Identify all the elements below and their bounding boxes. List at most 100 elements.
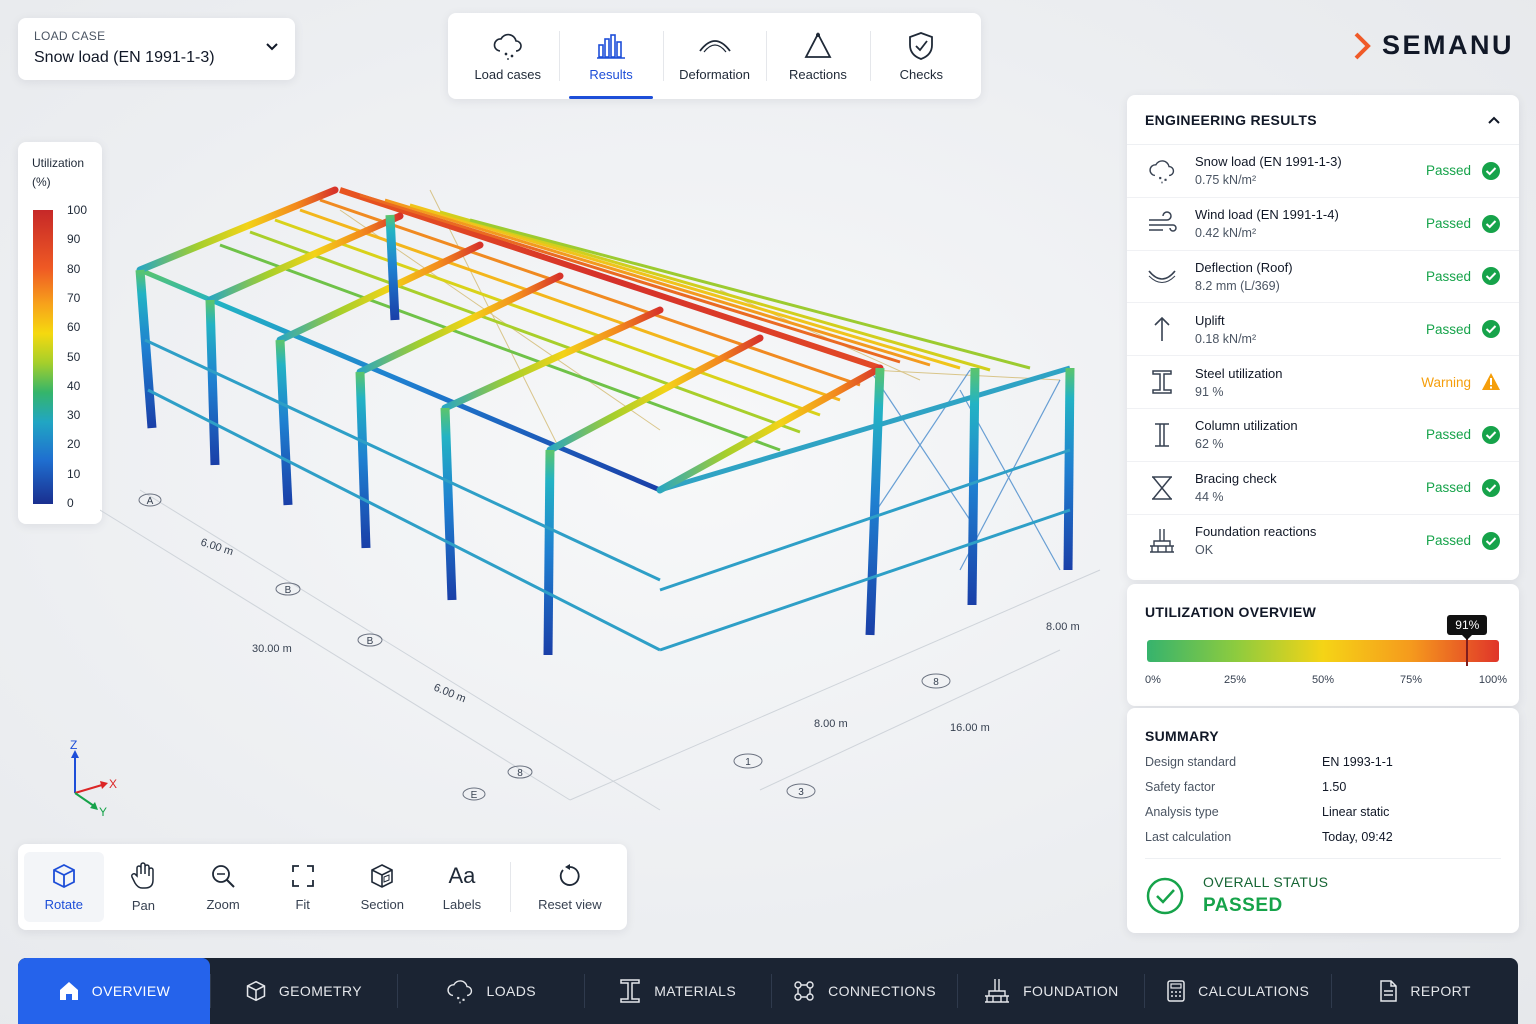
pan-tool[interactable]: Pan	[104, 844, 184, 930]
check-circle-icon	[1482, 214, 1500, 233]
legend-tick: 0	[67, 496, 74, 510]
summary-row: Analysis type Linear static	[1145, 805, 1501, 819]
grid-marker: 1	[745, 757, 751, 768]
nav-calculations[interactable]: CALCULATIONS	[1144, 958, 1331, 1024]
grid-marker: 8	[517, 768, 523, 779]
load-case-value: Snow load (EN 1991-1-3)	[34, 49, 215, 66]
summary-divider	[1145, 858, 1501, 859]
dimension-label: 6.00 m	[432, 682, 468, 706]
load-case-dropdown[interactable]: LOAD CASE Snow load (EN 1991-1-3)	[18, 18, 295, 80]
nav-foundation[interactable]: FOUNDATION	[957, 958, 1144, 1024]
arc-icon	[698, 39, 731, 52]
nav-loads[interactable]: LOADS	[396, 958, 584, 1024]
dimension-label: 16.00 m	[950, 722, 990, 734]
nav-label: CALCULATIONS	[1198, 983, 1310, 999]
zoom-icon	[212, 864, 235, 888]
tab-results[interactable]: Results	[559, 13, 662, 99]
nav-label: REPORT	[1410, 983, 1471, 999]
axis-z-label: Z	[70, 738, 77, 752]
snow-cloud-icon	[493, 33, 522, 60]
structure-3d-viewport[interactable]: 6.00 m 30.00 m 6.00 m 8.00 m 16.00 m 8.0…	[100, 150, 1120, 830]
result-value: 62 %	[1195, 437, 1224, 452]
check-circle-icon	[1482, 320, 1500, 339]
tab-reactions[interactable]: Reactions	[766, 13, 869, 99]
legend-tick: 40	[67, 378, 81, 393]
tool-label: Rotate	[44, 896, 83, 912]
summary-key: Analysis type	[1145, 805, 1219, 819]
chevron-up-icon[interactable]	[1487, 115, 1501, 125]
nav-report[interactable]: REPORT	[1331, 958, 1518, 1024]
results-header[interactable]: ENGINEERING RESULTS	[1127, 95, 1519, 145]
brand-logo: SEMANU	[1352, 30, 1514, 61]
grid-marker: B	[367, 636, 374, 647]
legend-tick: 100	[67, 203, 88, 217]
utilization-tick: 100%	[1478, 674, 1508, 686]
zoom-tool[interactable]: Zoom	[183, 844, 263, 930]
grid-marker: 8	[933, 677, 939, 688]
axis-x-label: X	[109, 777, 117, 791]
reset-view-tool[interactable]: Reset view	[519, 844, 621, 930]
check-circle-icon	[1482, 478, 1500, 497]
nav-connections[interactable]: CONNECTIONS	[770, 958, 958, 1024]
legend-tick: 20	[67, 437, 81, 452]
result-status: Passed	[1425, 480, 1471, 496]
chevron-down-icon	[266, 43, 278, 51]
result-status: Warning	[1421, 374, 1471, 390]
tab-checks[interactable]: Checks	[869, 13, 973, 99]
labels-tool[interactable]: Aa Labels	[422, 844, 502, 930]
utilization-overview-panel: UTILIZATION OVERVIEW 91% 0% 25% 50% 75% 100%	[1127, 584, 1519, 706]
tool-label: Fit	[295, 896, 310, 912]
tab-label: Reactions	[789, 66, 847, 82]
result-value: 8.2 mm (L/369)	[1195, 278, 1280, 293]
tab-label: Results	[589, 66, 633, 82]
result-value: 0.75 kN/m²	[1195, 173, 1257, 188]
result-status: Passed	[1425, 268, 1471, 284]
result-row[interactable]: Uplift 0.18 kN/m² Passed	[1127, 303, 1519, 357]
report-icon	[1378, 979, 1398, 1003]
nav-geometry[interactable]: GEOMETRY	[210, 958, 397, 1024]
summary-value: Today, 09:42	[1322, 830, 1393, 844]
utilization-tick: 0%	[1145, 674, 1161, 686]
grid-marker: A	[147, 496, 154, 507]
utilization-tick: 25%	[1223, 674, 1247, 686]
legend-tick: 60	[67, 320, 81, 335]
result-row[interactable]: Bracing check 44 % Passed	[1127, 462, 1519, 515]
grid-marker: B	[285, 585, 292, 596]
legend-tick: 50	[67, 349, 81, 364]
tool-label: Section	[360, 896, 404, 912]
dimension-label: 30.00 m	[252, 643, 292, 655]
summary-row: Last calculation Today, 09:42	[1145, 830, 1501, 844]
summary-key: Last calculation	[1145, 830, 1232, 844]
tab-load-cases[interactable]: Load cases	[456, 13, 559, 99]
grid-marker: 3	[798, 787, 804, 798]
nav-materials[interactable]: MATERIALS	[583, 958, 771, 1024]
tool-label: Reset view	[538, 896, 602, 912]
result-row[interactable]: Snow load (EN 1991-1-3) 0.75 kN/m² Passe…	[1127, 145, 1519, 198]
result-row[interactable]: Foundation reactions OK Passed	[1127, 515, 1519, 568]
brand-name: SEMANU	[1382, 30, 1515, 60]
result-row[interactable]: Steel utilization 91 % Warning	[1127, 356, 1519, 409]
section-tool[interactable]: Section	[343, 844, 423, 930]
i-beam-icon	[618, 977, 642, 1005]
tab-deformation[interactable]: Deformation	[662, 13, 766, 99]
result-row[interactable]: Wind load (EN 1991-1-4) 0.42 kN/m² Passe…	[1127, 198, 1519, 251]
result-row[interactable]: Column utilization 62 % Passed	[1127, 409, 1519, 462]
foundation-icon	[1145, 524, 1179, 558]
nav-overview[interactable]: OVERVIEW	[18, 958, 210, 1024]
result-value: 91 %	[1195, 384, 1224, 399]
result-value: OK	[1195, 543, 1214, 558]
view-toolbar: Rotate Pan Zoom Fit Section Aa Labels Re…	[18, 844, 627, 930]
result-status: Passed	[1425, 163, 1471, 179]
deflection-icon	[1145, 259, 1179, 293]
summary-key: Design standard	[1145, 755, 1237, 769]
results-title: ENGINEERING RESULTS	[1145, 111, 1317, 128]
home-icon	[58, 980, 80, 1002]
shield-check-icon	[909, 31, 934, 60]
tool-label: Labels	[442, 896, 482, 912]
fit-tool[interactable]: Fit	[263, 844, 343, 930]
overall-status-title: OVERALL STATUS	[1203, 874, 1329, 890]
result-status: Passed	[1425, 427, 1471, 443]
rotate-tool[interactable]: Rotate	[24, 852, 104, 922]
result-row[interactable]: Deflection (Roof) 8.2 mm (L/369) Passed	[1127, 251, 1519, 304]
arrow-up-icon	[1145, 312, 1179, 346]
